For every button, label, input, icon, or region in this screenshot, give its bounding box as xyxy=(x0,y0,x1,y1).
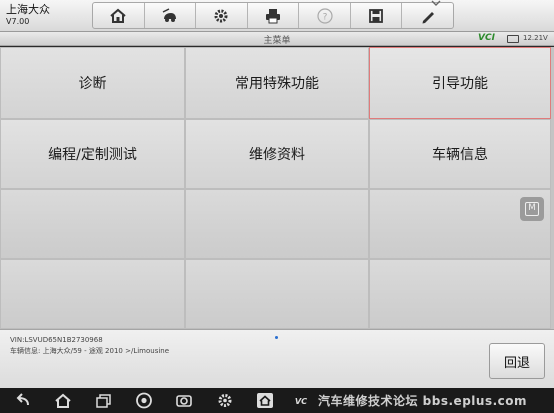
menu-diagnosis[interactable]: 诊断 xyxy=(0,47,185,119)
save-icon xyxy=(369,8,384,23)
brand: 上海大众 V7.00 xyxy=(6,3,86,27)
system-nav-bar: VC 汽车维修技术论坛 bbs.eplus.com xyxy=(0,388,554,413)
chrome-icon xyxy=(136,392,152,409)
svg-text:?: ? xyxy=(322,12,327,22)
menu-special-functions[interactable]: 常用特殊功能 xyxy=(185,47,369,119)
home-icon xyxy=(55,393,71,408)
menu-empty-slot xyxy=(185,189,369,259)
svg-text:VC: VC xyxy=(295,396,307,406)
vehicle-text: 车辆信息: 上海大众/59 - 途观 2010 >/Limousine xyxy=(10,347,170,355)
menu-guided-functions[interactable]: 引导功能 xyxy=(369,47,551,119)
top-toolbar: 上海大众 V7.00 ? xyxy=(0,0,554,32)
dropdown-handle-icon[interactable] xyxy=(421,0,451,8)
vin-text: VIN:LSVUD65N1B2730968 xyxy=(10,336,103,344)
title-strip: 主菜单 VCI 12.21V xyxy=(0,32,554,46)
app-home-icon xyxy=(257,393,273,408)
vci-icon: VC xyxy=(295,396,307,406)
settings-button[interactable] xyxy=(196,3,248,28)
menu-vehicle-info[interactable]: 车辆信息 xyxy=(369,119,551,189)
recent-apps-icon xyxy=(96,394,111,408)
back-button[interactable]: 回退 xyxy=(489,343,545,379)
help-button[interactable]: ? xyxy=(299,3,351,28)
menu-empty-slot xyxy=(369,259,551,329)
car-icon xyxy=(162,7,176,22)
voltage-readout: 12.21V xyxy=(523,34,548,42)
gear-icon xyxy=(214,9,228,22)
app-version: V7.00 xyxy=(6,17,30,26)
page-title: 主菜单 xyxy=(263,36,291,46)
m-icon: M xyxy=(525,202,539,216)
home-icon xyxy=(110,8,126,23)
pen-icon xyxy=(422,11,434,23)
save-button[interactable] xyxy=(351,3,403,28)
nav-camera-button[interactable] xyxy=(175,392,193,409)
home-button[interactable] xyxy=(93,3,145,28)
vehicle-button[interactable] xyxy=(145,3,197,28)
page-indicator-dot xyxy=(275,336,278,339)
nav-browser-button[interactable] xyxy=(135,392,153,409)
settings-icon xyxy=(218,394,232,407)
menu-empty-slot xyxy=(0,189,185,259)
menu-programming[interactable]: 编程/定制测试 xyxy=(0,119,185,189)
battery-icon xyxy=(507,35,519,43)
nav-settings-button[interactable] xyxy=(216,392,234,409)
menu-repair-info[interactable]: 维修资料 xyxy=(185,119,369,189)
nav-recent-button[interactable] xyxy=(95,392,113,409)
nav-home-button[interactable] xyxy=(54,392,72,409)
main-menu-grid: 诊断 常用特殊功能 引导功能 编程/定制测试 维修资料 车辆信息 xyxy=(0,47,554,329)
tool-group: ? xyxy=(92,2,454,29)
menu-empty-slot xyxy=(0,259,185,329)
print-button[interactable] xyxy=(248,3,300,28)
camera-icon xyxy=(176,395,192,407)
nav-vci-button[interactable]: VC xyxy=(292,392,314,409)
watermark-text: 汽车维修技术论坛 bbs.eplus.com xyxy=(318,394,528,408)
app-name: 上海大众 xyxy=(6,3,50,16)
vehicle-info-bar: VIN:LSVUD65N1B2730968 车辆信息: 上海大众/59 - 途观… xyxy=(0,329,554,388)
printer-icon xyxy=(266,8,281,23)
menu-empty-slot xyxy=(185,259,369,329)
nav-app-home-button[interactable] xyxy=(256,392,274,409)
floating-menu-button[interactable]: M xyxy=(520,197,544,221)
back-arrow-icon xyxy=(16,393,29,406)
nav-back-button[interactable] xyxy=(14,392,32,409)
vci-status: VCI xyxy=(478,33,495,43)
help-icon: ? xyxy=(316,7,333,24)
